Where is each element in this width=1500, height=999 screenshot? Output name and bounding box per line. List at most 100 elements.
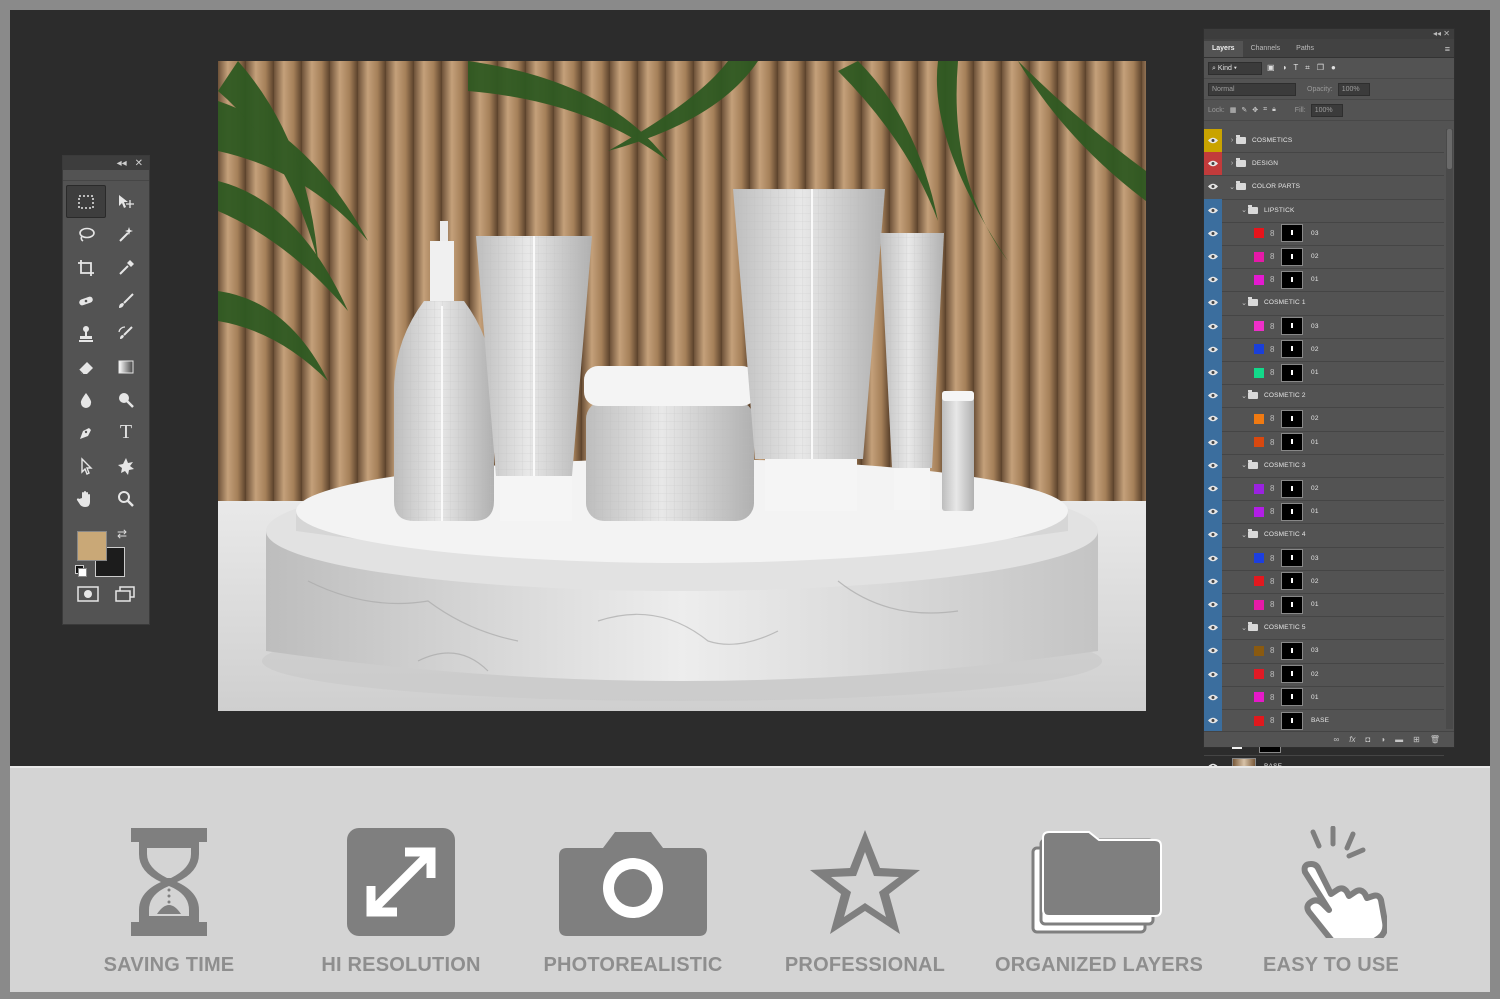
chevron-down-icon[interactable]: ⌄ [1240,392,1248,400]
move-tool[interactable] [106,185,146,218]
chevron-down-icon[interactable]: ⌄ [1240,624,1248,632]
chain-link-icon[interactable]: 8 [1270,693,1278,702]
adjustment-layer-icon[interactable]: ◑ [1380,735,1385,744]
history-brush-tool[interactable] [106,317,146,350]
visibility-toggle[interactable] [1204,477,1222,501]
visibility-toggle[interactable] [1204,129,1222,153]
collapse-icon[interactable]: ◂◂ [117,158,127,169]
chevron-down-icon[interactable]: ⌄ [1240,299,1248,307]
gradient-tool[interactable] [106,350,146,383]
chain-link-icon[interactable]: 8 [1270,577,1278,586]
layer-mask-thumbnail[interactable] [1281,572,1303,591]
visibility-toggle[interactable] [1204,500,1222,524]
layer-mask-thumbnail[interactable] [1281,409,1303,428]
chain-link-icon[interactable]: 8 [1270,438,1278,447]
visibility-toggle[interactable] [1204,569,1222,593]
pixel-filter-icon[interactable]: ▣ [1267,63,1275,73]
brush-tool[interactable] [106,284,146,317]
layer-group-row[interactable]: ⌄ COSMETIC 2 [1204,384,1444,409]
layer-row[interactable]: 8 BASE [1204,709,1444,734]
chain-link-icon[interactable]: 8 [1270,368,1278,377]
crop-tool[interactable] [66,251,106,284]
screen-mode-icon[interactable] [114,585,136,603]
path-selection-tool[interactable] [66,449,106,482]
visibility-toggle[interactable] [1204,453,1222,477]
chain-link-icon[interactable]: 8 [1270,484,1278,493]
layers-scrollbar[interactable] [1446,129,1453,729]
opacity-input[interactable]: 100% [1337,82,1370,96]
visibility-toggle[interactable] [1204,384,1222,408]
blur-tool[interactable] [66,383,106,416]
filter-toggle-icon[interactable]: ● [1331,63,1336,73]
layer-row[interactable]: 8 01 [1204,500,1444,525]
swap-colors-icon[interactable]: ⇄ [117,527,127,541]
layer-row[interactable]: 8 02 [1204,337,1444,362]
layer-mask-thumbnail[interactable] [1281,317,1303,336]
chevron-down-icon[interactable]: ⌄ [1240,461,1248,469]
lock-paint-icon[interactable]: ✎ [1241,106,1247,114]
chain-link-icon[interactable]: 8 [1270,275,1278,284]
visibility-toggle[interactable] [1204,523,1222,547]
visibility-toggle[interactable] [1204,245,1222,269]
magic-wand-tool[interactable] [106,218,146,251]
add-mask-icon[interactable]: ◘ [1365,735,1370,744]
type-filter-icon[interactable]: T [1293,63,1298,73]
type-tool[interactable]: T [106,416,146,449]
chain-link-icon[interactable]: 8 [1270,600,1278,609]
chain-link-icon[interactable]: 8 [1270,507,1278,516]
lock-pixels-icon[interactable]: ▦ [1230,106,1237,114]
chain-link-icon[interactable]: 8 [1270,345,1278,354]
chain-link-icon[interactable]: 8 [1270,554,1278,563]
clone-stamp-tool[interactable] [66,317,106,350]
layer-group-row[interactable]: ⌄ COSMETIC 1 [1204,291,1444,316]
chain-link-icon[interactable]: 8 [1270,646,1278,655]
layer-mask-thumbnail[interactable] [1281,363,1303,382]
lock-artboard-icon[interactable]: ⌗ [1263,106,1267,114]
lasso-tool[interactable] [66,218,106,251]
default-colors-icon[interactable] [75,565,87,577]
spot-healing-tool[interactable] [66,284,106,317]
layer-mask-thumbnail[interactable] [1281,224,1303,243]
eraser-tool[interactable] [66,350,106,383]
custom-shape-tool[interactable] [106,449,146,482]
chain-link-icon[interactable]: 8 [1270,670,1278,679]
layer-mask-thumbnail[interactable] [1281,270,1303,289]
close-icon[interactable]: ✕ [135,158,143,169]
visibility-toggle[interactable] [1204,221,1222,245]
tab-paths[interactable]: Paths [1288,41,1322,57]
chevron-right-icon[interactable]: › [1228,160,1236,167]
layer-row[interactable]: 8 01 [1204,593,1444,618]
layer-mask-thumbnail[interactable] [1281,641,1303,660]
chain-link-icon[interactable]: 8 [1270,252,1278,261]
visibility-toggle[interactable] [1204,361,1222,385]
layer-mask-thumbnail[interactable] [1281,340,1303,359]
layer-mask-thumbnail[interactable] [1281,479,1303,498]
new-layer-icon[interactable]: ⊞ [1413,735,1420,744]
layer-row[interactable]: 8 01 [1204,268,1444,293]
layer-row[interactable]: 8 02 [1204,407,1444,432]
layer-group-row[interactable]: › DESIGN [1204,152,1444,177]
layer-group-row[interactable]: ⌄ COLOR PARTS [1204,175,1444,200]
dodge-tool[interactable] [106,383,146,416]
layer-mask-thumbnail[interactable] [1281,595,1303,614]
adjustment-filter-icon[interactable]: ◑ [1282,63,1287,73]
visibility-toggle[interactable] [1204,662,1222,686]
chain-link-icon[interactable]: 8 [1270,414,1278,423]
chevron-down-icon[interactable]: ⌄ [1228,183,1236,191]
chevron-down-icon[interactable]: ⌄ [1240,531,1248,539]
layer-mask-thumbnail[interactable] [1281,549,1303,568]
visibility-toggle[interactable] [1204,616,1222,640]
shape-filter-icon[interactable]: ⌗ [1305,63,1310,73]
tab-layers[interactable]: Layers [1204,41,1243,57]
new-group-icon[interactable]: ▬ [1395,735,1403,744]
chain-link-icon[interactable]: 8 [1270,716,1278,725]
chevron-down-icon[interactable]: ⌄ [1240,206,1248,214]
fx-icon[interactable]: fx [1349,735,1355,744]
layer-group-row[interactable]: ⌄ COSMETIC 5 [1204,616,1444,641]
hand-tool[interactable] [66,482,106,515]
blend-mode-select[interactable]: Normal [1208,82,1296,96]
visibility-toggle[interactable] [1204,291,1222,315]
layer-mask-thumbnail[interactable] [1281,502,1303,521]
lock-all-icon[interactable]: 🔒︎ [1272,106,1276,114]
visibility-toggle[interactable] [1204,546,1222,570]
